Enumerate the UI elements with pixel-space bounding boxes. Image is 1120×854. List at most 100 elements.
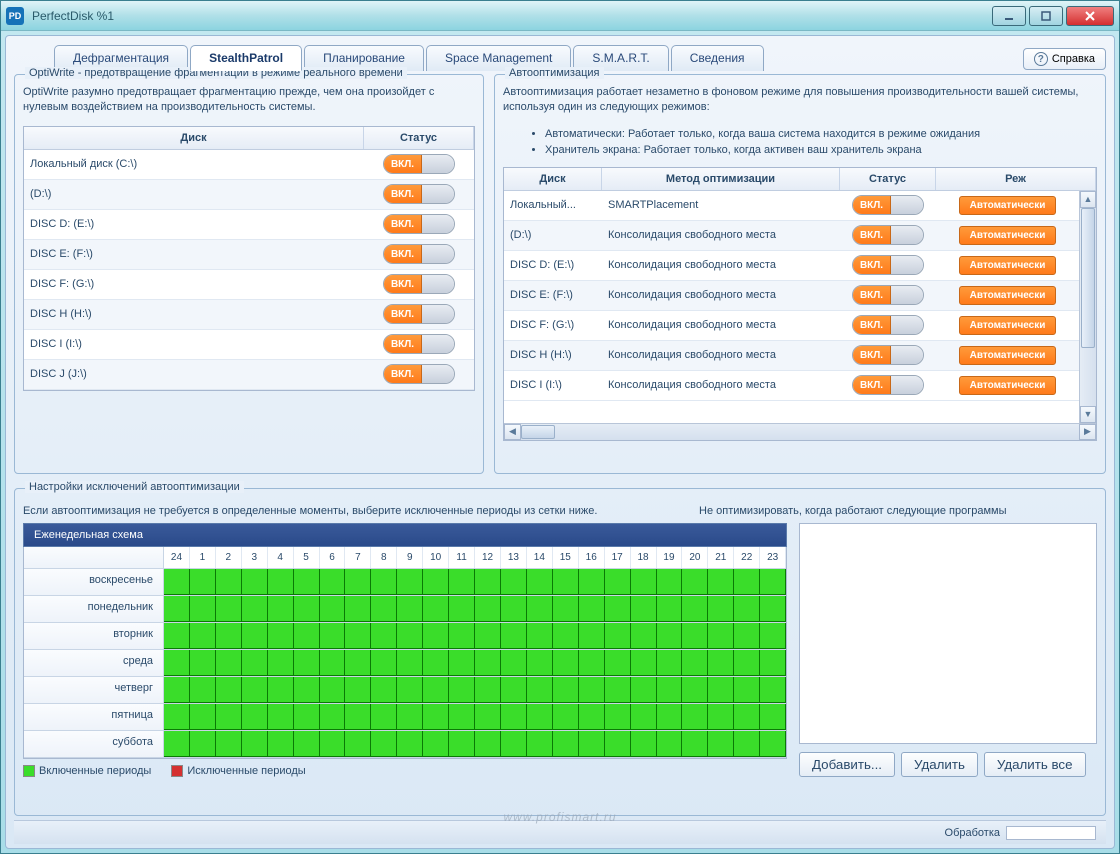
autoopt-col-mode[interactable]: Реж (936, 168, 1096, 190)
schedule-cell[interactable] (734, 731, 760, 757)
schedule-cell[interactable] (501, 596, 527, 622)
close-button[interactable] (1066, 6, 1114, 26)
schedule-cell[interactable] (268, 569, 294, 595)
schedule-cell[interactable] (190, 731, 216, 757)
schedule-cell[interactable] (164, 704, 190, 730)
schedule-cell[interactable] (449, 677, 475, 703)
add-button[interactable]: Добавить... (799, 752, 895, 777)
schedule-cell[interactable] (242, 596, 268, 622)
schedule-cell[interactable] (527, 569, 553, 595)
optiwrite-row[interactable]: (D:\) ВКЛ. (24, 180, 474, 210)
autoopt-row[interactable]: (D:\) Консолидация свободного места ВКЛ.… (504, 221, 1079, 251)
schedule-cell[interactable] (268, 704, 294, 730)
schedule-cell[interactable] (294, 677, 320, 703)
schedule-cell[interactable] (553, 569, 579, 595)
schedule-cell[interactable] (527, 596, 553, 622)
schedule-cell[interactable] (371, 569, 397, 595)
hscroll-thumb[interactable] (521, 425, 555, 439)
schedule-cell[interactable] (423, 650, 449, 676)
mode-badge[interactable]: Автоматически (959, 226, 1057, 245)
schedule-cell[interactable] (345, 596, 371, 622)
scroll-thumb[interactable] (1081, 208, 1095, 348)
schedule-cell[interactable] (631, 569, 657, 595)
status-toggle[interactable]: ВКЛ. (852, 375, 924, 395)
status-toggle[interactable]: ВКЛ. (383, 244, 455, 264)
schedule-cell[interactable] (449, 704, 475, 730)
autoopt-col-method[interactable]: Метод оптимизации (602, 168, 840, 190)
schedule-cell[interactable] (631, 596, 657, 622)
schedule-cell[interactable] (345, 650, 371, 676)
schedule-cell[interactable] (682, 677, 708, 703)
schedule-cell[interactable] (190, 569, 216, 595)
schedule-cell[interactable] (397, 650, 423, 676)
autoopt-col-disk[interactable]: Диск (504, 168, 602, 190)
schedule-cell[interactable] (553, 704, 579, 730)
optiwrite-row[interactable]: DISC H (H:\) ВКЛ. (24, 300, 474, 330)
schedule-cell[interactable] (682, 650, 708, 676)
schedule-cell[interactable] (345, 623, 371, 649)
schedule-cell[interactable] (294, 596, 320, 622)
optiwrite-row[interactable]: Локальный диск (C:\) ВКЛ. (24, 150, 474, 180)
schedule-cell[interactable] (294, 569, 320, 595)
delete-all-button[interactable]: Удалить все (984, 752, 1086, 777)
schedule-cell[interactable] (423, 623, 449, 649)
schedule-cell[interactable] (449, 569, 475, 595)
schedule-cell[interactable] (605, 704, 631, 730)
status-toggle[interactable]: ВКЛ. (383, 334, 455, 354)
help-button[interactable]: ? Справка (1023, 48, 1106, 70)
schedule-cell[interactable] (242, 704, 268, 730)
schedule-cell[interactable] (320, 596, 346, 622)
schedule-cell[interactable] (527, 623, 553, 649)
schedule-cell[interactable] (527, 731, 553, 757)
schedule-cell[interactable] (190, 650, 216, 676)
schedule-cell[interactable] (268, 677, 294, 703)
schedule-cell[interactable] (605, 569, 631, 595)
optiwrite-col-status[interactable]: Статус (364, 127, 474, 149)
tab-1[interactable]: StealthPatrol (190, 45, 302, 71)
schedule-cell[interactable] (579, 731, 605, 757)
status-toggle[interactable]: ВКЛ. (383, 274, 455, 294)
mode-badge[interactable]: Автоматически (959, 286, 1057, 305)
optiwrite-row[interactable]: DISC D: (E:\) ВКЛ. (24, 210, 474, 240)
status-toggle[interactable]: ВКЛ. (383, 184, 455, 204)
optiwrite-col-disk[interactable]: Диск (24, 127, 364, 149)
schedule-cell[interactable] (345, 704, 371, 730)
autoopt-col-status[interactable]: Статус (840, 168, 936, 190)
schedule-cell[interactable] (423, 596, 449, 622)
schedule-cell[interactable] (501, 677, 527, 703)
schedule-cell[interactable] (760, 596, 786, 622)
schedule-cell[interactable] (682, 704, 708, 730)
schedule-cell[interactable] (449, 650, 475, 676)
schedule-cell[interactable] (553, 650, 579, 676)
mode-badge[interactable]: Автоматически (959, 256, 1057, 275)
schedule-cell[interactable] (268, 650, 294, 676)
schedule-cell[interactable] (682, 569, 708, 595)
schedule-cell[interactable] (216, 650, 242, 676)
schedule-cell[interactable] (320, 569, 346, 595)
schedule-cell[interactable] (190, 623, 216, 649)
schedule-cell[interactable] (631, 623, 657, 649)
minimize-button[interactable] (992, 6, 1026, 26)
schedule-cell[interactable] (760, 650, 786, 676)
schedule-cell[interactable] (216, 623, 242, 649)
scroll-down-button[interactable]: ▼ (1080, 406, 1096, 423)
titlebar[interactable]: PD PerfectDisk %1 (1, 1, 1119, 31)
schedule-cell[interactable] (423, 677, 449, 703)
schedule-cell[interactable] (242, 569, 268, 595)
schedule-cell[interactable] (553, 596, 579, 622)
schedule-cell[interactable] (734, 677, 760, 703)
schedule-cell[interactable] (631, 677, 657, 703)
schedule-cell[interactable] (449, 596, 475, 622)
schedule-cell[interactable] (190, 677, 216, 703)
schedule-cell[interactable] (397, 596, 423, 622)
status-toggle[interactable]: ВКЛ. (852, 315, 924, 335)
schedule-cell[interactable] (397, 704, 423, 730)
autoopt-row[interactable]: DISC F: (G:\) Консолидация свободного ме… (504, 311, 1079, 341)
schedule-cell[interactable] (579, 623, 605, 649)
schedule-cell[interactable] (268, 623, 294, 649)
status-toggle[interactable]: ВКЛ. (383, 214, 455, 234)
schedule-cell[interactable] (605, 677, 631, 703)
schedule-cell[interactable] (708, 623, 734, 649)
schedule-cell[interactable] (164, 677, 190, 703)
status-toggle[interactable]: ВКЛ. (383, 154, 455, 174)
